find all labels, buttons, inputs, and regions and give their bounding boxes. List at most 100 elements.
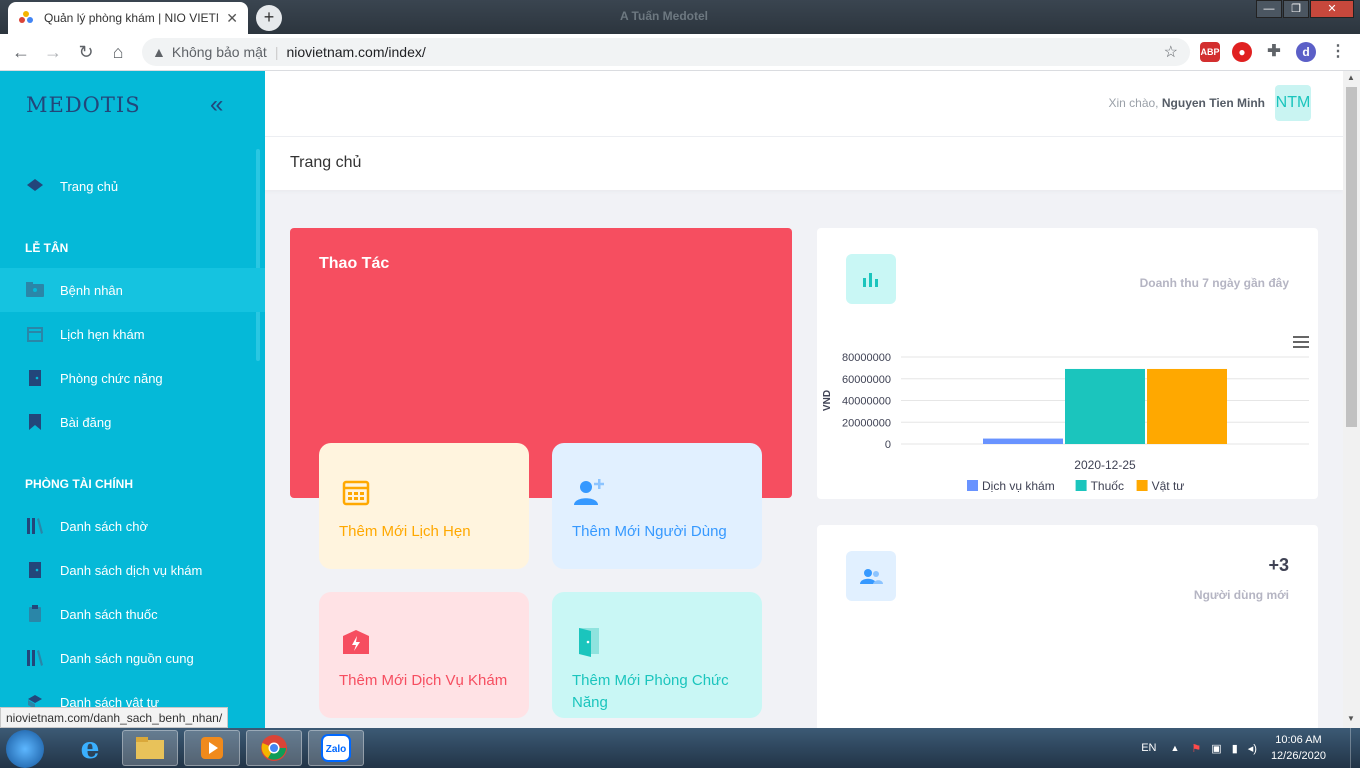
adblock-extension-icon[interactable]: ABP	[1200, 42, 1220, 62]
browser-tab[interactable]: Quản lý phòng khám | NIO VIETNAM ✕	[8, 2, 248, 34]
legend-label: Vật tư	[1152, 479, 1185, 493]
sidebar-item-waiting-list[interactable]: Danh sách chờ	[0, 504, 265, 548]
add-user-button[interactable]: Thêm Mới Người Dùng	[552, 443, 762, 569]
bar-2	[1065, 368, 1145, 444]
page-scrollbar[interactable]: ▲ ▼	[1343, 71, 1360, 728]
status-bar-url: niovietnam.com/danh_sach_benh_nhan/	[0, 707, 229, 728]
revenue-subtitle: Doanh thu 7 ngày gần đây	[1139, 276, 1289, 290]
calendar-icon	[342, 480, 370, 506]
user-avatar[interactable]: NTM	[1275, 85, 1311, 121]
url-omnibox[interactable]: ▲ Không bảo mật | niovietnam.com/index/ …	[142, 38, 1190, 66]
sidebar-item-label: Lịch hẹn khám	[60, 326, 145, 342]
chart-menu-icon[interactable]	[1293, 336, 1309, 348]
page-title: Trang chủ	[290, 154, 362, 171]
sidebar-item-appointments[interactable]: Lịch hẹn khám	[0, 312, 265, 356]
legend-swatch	[1075, 480, 1087, 491]
security-label[interactable]: Không bảo mật	[172, 44, 267, 60]
add-service-button[interactable]: Thêm Mới Dịch Vụ Khám	[319, 592, 529, 718]
layers-icon	[26, 177, 44, 195]
users-icon	[846, 551, 896, 601]
back-arrow-icon[interactable]: ←	[10, 41, 32, 63]
scrollbar-thumb[interactable]	[1346, 87, 1357, 427]
sidebar-item-label: Phòng chức năng	[60, 370, 163, 386]
url-text[interactable]: niovietnam.com/index/	[286, 44, 425, 60]
new-users-card: +3 Người dùng mới	[817, 525, 1318, 735]
subheader: Trang chủ	[265, 137, 1343, 190]
bookmark-icon	[26, 413, 44, 431]
y-tick-label: 60000000	[842, 374, 891, 386]
action-label: Thêm Mới Người Dùng	[572, 523, 727, 540]
sidebar-item-home[interactable]: Trang chủ	[0, 164, 265, 208]
scroll-up-icon[interactable]: ▲	[1347, 73, 1355, 82]
collapse-sidebar-icon[interactable]: «	[210, 91, 223, 119]
section-reception: LỄ TÂN	[25, 241, 69, 255]
reload-icon[interactable]: ↻	[75, 41, 97, 63]
puzzle-extensions-icon[interactable]: ✚	[1264, 42, 1284, 62]
scroll-down-icon[interactable]: ▼	[1347, 714, 1355, 723]
user-greeting[interactable]: Xin chào, Nguyen Tien Minh	[1108, 96, 1265, 110]
y-tick-label: 20000000	[842, 417, 891, 429]
action-label: Thêm Mới Lịch Hẹn	[339, 523, 471, 540]
sidebar-item-label: Trang chủ	[60, 178, 119, 194]
zalo-app-icon[interactable]: Zalo	[308, 730, 364, 766]
calendar-icon	[26, 325, 44, 343]
sidebar: MEDOTIS « Trang chủ LỄ TÂN Bệnh nhân Lịc…	[0, 71, 265, 728]
windows-start-button[interactable]	[6, 730, 44, 768]
flag-icon[interactable]: ⚑	[1191, 742, 1201, 755]
actions-title: Thao Tác	[319, 255, 390, 272]
window-title: A Tuấn Medotel	[620, 9, 708, 23]
section-finance: PHÒNG TÀI CHÍNH	[25, 477, 133, 491]
sidebar-item-label: Bệnh nhân	[60, 282, 123, 298]
volume-icon[interactable]: ◂)	[1248, 742, 1257, 755]
sidebar-item-supplier-list[interactable]: Danh sách nguồn cung	[0, 636, 265, 680]
close-window-button[interactable]: ✕	[1310, 0, 1354, 18]
tray-expand-icon[interactable]: ▲	[1170, 743, 1179, 753]
y-axis-label: VND	[822, 390, 833, 411]
forward-arrow-icon[interactable]: →	[42, 41, 64, 63]
device-icon[interactable]: ▣	[1211, 742, 1221, 755]
sidebar-item-service-list[interactable]: Danh sách dịch vụ khám	[0, 548, 265, 592]
clock-date: 12/26/2020	[1270, 750, 1326, 762]
add-appointment-button[interactable]: Thêm Mới Lịch Hẹn	[319, 443, 529, 569]
warning-icon[interactable]: ▲	[152, 44, 166, 60]
sidebar-item-posts[interactable]: Bài đăng	[0, 400, 265, 444]
main-content: Xin chào, Nguyen Tien Minh NTM Trang chủ…	[265, 71, 1343, 735]
sidebar-item-label: Danh sách nguồn cung	[60, 650, 194, 666]
address-bar: ← → ↻ ⌂ ▲ Không bảo mật | niovietnam.com…	[0, 34, 1360, 71]
menu-kebab-icon[interactable]: ⋮	[1328, 42, 1348, 62]
add-function-room-button[interactable]: Thêm Mới Phòng Chức Năng	[552, 592, 762, 718]
network-icon[interactable]: ▮	[1232, 742, 1238, 755]
bar-1	[983, 438, 1063, 444]
file-explorer-icon[interactable]	[122, 730, 178, 766]
action-label: Thêm Mới Phòng Chức Năng	[572, 672, 729, 711]
clock[interactable]: 10:06 AM 12/26/2020	[1271, 732, 1326, 764]
patient-folder-icon	[26, 281, 44, 299]
sidebar-item-patients[interactable]: Bệnh nhân	[0, 268, 265, 312]
ie-browser-icon[interactable]: e	[62, 730, 118, 766]
stop-extension-icon[interactable]: ●	[1232, 42, 1252, 62]
door-icon	[579, 628, 599, 657]
x-tick-label: 2020-12-25	[1074, 458, 1136, 472]
chrome-browser-icon[interactable]	[246, 730, 302, 766]
greeting-text: Xin chào,	[1108, 96, 1159, 110]
sidebar-item-medicine-list[interactable]: Danh sách thuốc	[0, 592, 265, 636]
show-desktop-button[interactable]	[1350, 728, 1360, 768]
media-player-icon[interactable]	[184, 730, 240, 766]
windows-taskbar: e Zalo EN ▲ ⚑ ▣ ▮ ◂) 10:06 AM 12/26/2020	[0, 728, 1360, 768]
minimize-button[interactable]: —	[1256, 0, 1282, 18]
close-tab-icon[interactable]: ✕	[226, 10, 238, 27]
bookmark-star-icon[interactable]: ☆	[1164, 42, 1178, 62]
sidebar-item-function-rooms[interactable]: Phòng chức năng	[0, 356, 265, 400]
home-icon[interactable]: ⌂	[107, 41, 129, 63]
profile-avatar[interactable]: d	[1296, 42, 1316, 62]
maximize-button[interactable]: ❐	[1283, 0, 1309, 18]
language-indicator[interactable]: EN	[1141, 742, 1156, 754]
new-tab-button[interactable]: +	[256, 5, 282, 31]
clock-time: 10:06 AM	[1275, 734, 1322, 746]
system-tray: EN ▲ ⚑ ▣ ▮ ◂) 10:06 AM 12/26/2020	[1141, 728, 1360, 768]
sidebar-item-label: Bài đăng	[60, 414, 112, 430]
site-favicon-icon	[19, 11, 33, 23]
sidebar-item-label: Danh sách thuốc	[60, 606, 158, 622]
bar-3	[1147, 368, 1227, 444]
app-logo[interactable]: MEDOTIS	[26, 93, 141, 117]
